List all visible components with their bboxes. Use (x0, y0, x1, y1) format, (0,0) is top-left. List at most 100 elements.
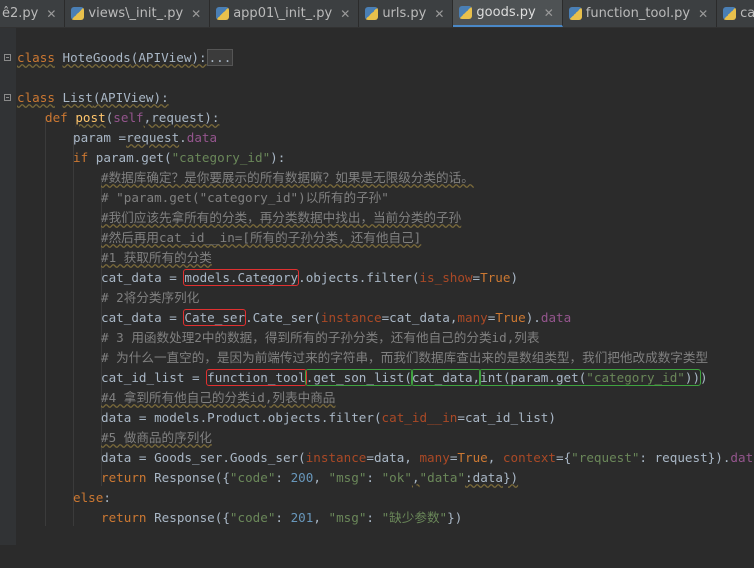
string-literal: "缺少参数" (381, 510, 448, 525)
code-text: data = models.Product.objects.filter( (101, 410, 382, 425)
comment: #我们应该先拿所有的分类，再分类数据中找出，当前分类的子孙 (101, 210, 462, 225)
tab-label: views\_init_.py (88, 6, 184, 21)
keyword: class (17, 50, 55, 65)
comment: #数据库确定？是你要展示的所有数据嘛？如果是无限级分类的话。 (101, 170, 474, 185)
python-file-icon (71, 7, 85, 20)
code-line[interactable]: data = Goods_ser.Goods_ser(instance=data… (0, 448, 754, 468)
tab-label: urls.py (382, 6, 427, 21)
code-line[interactable]: cat_id_list = function_tool.get_son_list… (0, 368, 754, 388)
code-line[interactable]: if param.get("category_id"): (0, 148, 754, 168)
code-line[interactable]: data = models.Product.objects.filter(cat… (0, 408, 754, 428)
code-line[interactable]: #4 拿到所有他自己的分类id,列表中商品 (0, 388, 754, 408)
attribute: data (186, 130, 218, 145)
code-line[interactable]: # 3 用函数处理2中的数据，得到所有的子孙分类，还有他自己的分类id,列表 (0, 328, 754, 348)
keyword-argument: context (502, 450, 556, 465)
code-text: data = Goods_ser.Goods_ser( (101, 450, 306, 465)
code-line[interactable]: #1 获取所有的分类 (0, 248, 754, 268)
string-literal: "ok" (381, 470, 412, 485)
fold-icon[interactable] (4, 54, 11, 61)
highlight-box-red: function_tool (206, 369, 307, 386)
code-line[interactable]: return Response({"code": 201, "msg": "缺少… (0, 508, 754, 528)
code-line[interactable]: #5 做商品的序列化 (0, 428, 754, 448)
python-file-icon (723, 7, 737, 20)
code-text: : request}). (639, 450, 731, 465)
close-icon[interactable]: ✕ (46, 8, 56, 20)
code-text: cat_data = (101, 310, 185, 325)
highlight-box-green: cat_data, (410, 369, 482, 386)
code-text: . (179, 130, 187, 145)
code-line[interactable]: # 为什么一直空的，是因为前端传过来的字符串，而我们数据库查出来的是数组类型，我… (0, 348, 754, 368)
keyword-argument: many (419, 450, 450, 465)
close-icon[interactable]: ✕ (544, 7, 554, 19)
tab-category[interactable]: category. (717, 0, 754, 27)
python-file-icon (568, 7, 582, 20)
tab-label: ê2.py (2, 6, 39, 21)
fold-icon[interactable] (4, 94, 11, 101)
string-literal: "code" (229, 470, 276, 485)
code-text: .objects.filter( (298, 270, 420, 285)
code-text: Response({ (146, 510, 230, 525)
class-name: List (62, 90, 93, 105)
tab-goods[interactable]: goods.py ✕ (453, 0, 563, 27)
python-file-icon (216, 7, 230, 20)
code-text: param.get( (88, 150, 172, 165)
code-line[interactable]: # 2将分类序列化 (0, 288, 754, 308)
close-icon[interactable]: ✕ (340, 8, 350, 20)
code-line[interactable]: cat_data = models.Category.objects.filte… (0, 268, 754, 288)
code-editor[interactable]: class HoteGoods(APIView):... class List(… (0, 28, 754, 545)
code-text: request (126, 130, 180, 145)
keyword-argument: many (457, 310, 488, 325)
code-line[interactable]: #我们应该先拿所有的分类，再分类数据中找出，当前分类的子孙 (0, 208, 754, 228)
tab-views-init[interactable]: views\_init_.py ✕ (65, 0, 211, 27)
keyword: True (495, 310, 526, 325)
code-line[interactable]: #然后再用cat_id__in=[所有的子孙分类，还有他自己] (0, 228, 754, 248)
code-line[interactable]: else: (0, 488, 754, 508)
tab-label: goods.py (476, 5, 536, 20)
close-icon[interactable]: ✕ (698, 8, 708, 20)
keyword-argument: is_show (419, 270, 473, 285)
string-literal: "category_id" (586, 370, 685, 385)
code-line[interactable]: return Response({"code": 200, "msg": "ok… (0, 468, 754, 488)
class-base: (APIView): (130, 50, 207, 65)
code-text: param = (73, 130, 127, 145)
code-line[interactable]: class List(APIView): (0, 88, 754, 108)
code-text: ) (700, 370, 708, 385)
tab-app01-init[interactable]: app01\_init_.py ✕ (210, 0, 360, 27)
string-literal: "code" (229, 510, 276, 525)
keyword: class (17, 90, 55, 105)
tab-e2[interactable]: ê2.py ✕ (0, 0, 66, 27)
code-text: : (366, 470, 382, 485)
attribute: data (730, 450, 754, 465)
keyword: def (45, 110, 68, 125)
string-literal: "category_id" (171, 150, 271, 165)
tab-label: function_tool.py (585, 6, 691, 21)
code-text: :data}) (465, 470, 519, 485)
code-line[interactable]: param =request.data (0, 128, 754, 148)
function-name: post (75, 110, 106, 125)
comment: # 为什么一直空的，是因为前端传过来的字符串，而我们数据库查出来的是数组类型，我… (101, 350, 709, 365)
code-text: cat_data = (101, 270, 185, 285)
close-icon[interactable]: ✕ (191, 8, 201, 20)
code-line[interactable]: def post(self,request): (0, 108, 754, 128)
keyword-argument: cat_id__in (381, 410, 458, 425)
tab-urls[interactable]: urls.py ✕ (359, 0, 454, 27)
keyword: True (480, 270, 511, 285)
code-text: = (472, 270, 481, 285)
code-line[interactable]: cat_data = Cate_ser.Cate_ser(instance=ca… (0, 308, 754, 328)
tab-function-tool[interactable]: function_tool.py ✕ (563, 0, 718, 27)
code-text: , (487, 450, 503, 465)
code-text: , (313, 470, 329, 485)
comment: # 2将分类序列化 (101, 290, 200, 305)
code-line[interactable]: class HoteGoods(APIView):... (0, 48, 754, 68)
code-text: : (103, 490, 111, 505)
highlight-box-green: .get_son_list( (304, 369, 413, 386)
highlight-box-red: models.Category (183, 269, 300, 286)
code-text: , (411, 470, 420, 485)
code-line[interactable]: # "param.get("category_id")以所有的子孙" (0, 188, 754, 208)
keyword: if (73, 150, 89, 165)
close-icon[interactable]: ✕ (434, 8, 444, 20)
collapsed-block[interactable]: ... (206, 49, 234, 66)
code-line[interactable]: #数据库确定？是你要展示的所有数据嘛？如果是无限级分类的话。 (0, 168, 754, 188)
string-literal: "msg" (328, 510, 367, 525)
code-text: Response({ (146, 470, 230, 485)
